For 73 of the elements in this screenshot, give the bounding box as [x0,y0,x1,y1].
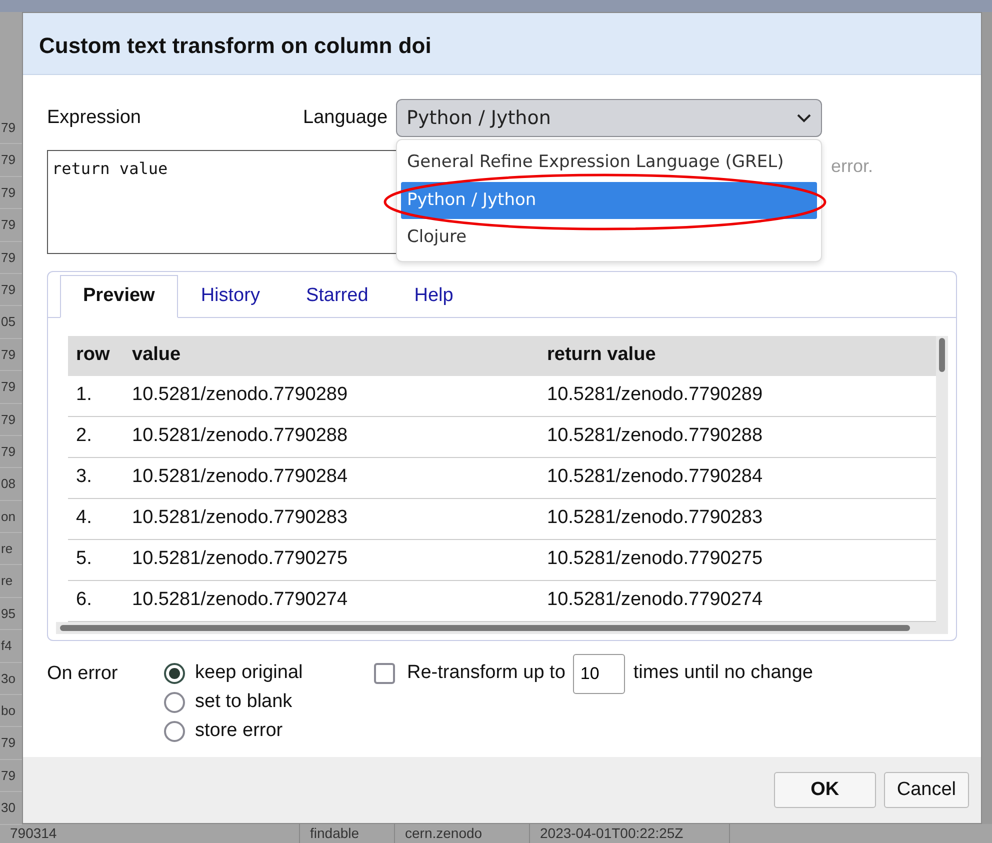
table-cell: 79 [1,152,16,168]
table-cell: 3o [1,670,16,686]
checkbox[interactable] [374,663,395,684]
table-cell: re [1,573,13,588]
table-cell-text: 3. [75,465,93,490]
radio-button[interactable] [164,692,185,713]
table-cell: 79 [1,250,16,265]
table-cell: 790314 [0,824,300,843]
checkbox-label: Re-transform up to [407,661,566,686]
column-header: value [132,343,182,368]
tab[interactable]: Help [391,275,476,318]
table-cell: 79 [1,120,16,135]
number-field[interactable]: 10 [573,654,626,694]
table-cell: re [1,541,13,556]
table-cell: cern.zenodo [395,824,530,843]
checkbox-label: times until no change [633,661,813,686]
chevron-icon [796,114,811,122]
tab[interactable]: History [178,275,283,318]
table-cell: 79 [1,412,16,427]
expression-label: Expression [47,106,142,130]
table-cell-text: 1. [75,383,93,408]
table-cell: 79 [1,217,16,232]
table-cell-text: 10.5281/zenodo.7790283 [547,506,764,530]
table-cell: 30 [1,800,16,816]
table-cell: 79 [1,768,16,783]
option-label: keep original [195,661,303,686]
ok-button[interactable]: OK [774,772,876,808]
dialog-title: Custom text transform on column doi [39,33,432,58]
language-label: Language [303,106,388,130]
table-cell-text: 10.5281/zenodo.7790289 [547,383,764,408]
table-cell: 79 [1,346,16,362]
table-cell: on [1,508,16,524]
dropdown-option[interactable]: Python / Jython [401,182,817,219]
table-cell: bo [1,703,16,718]
table-cell-text: 10.5281/zenodo.7790284 [547,465,764,490]
scrollbar[interactable] [56,622,948,634]
table-cell: findable [300,824,395,843]
on-error-label: On error [47,662,119,686]
table-cell-text: 5. [75,547,93,572]
table-cell: 79 [1,184,16,200]
cancel-button[interactable]: Cancel [884,772,969,808]
tab[interactable]: Starred [282,275,392,318]
table-cell: 79 [1,444,16,459]
table-cell-text: 10.5281/zenodo.7790275 [132,547,349,572]
table-cell-text: 10.5281/zenodo.7790289 [132,383,349,408]
table-cell: 95 [1,606,16,621]
table-cell: 79 [1,735,16,750]
radio-button[interactable] [164,663,185,684]
table-cell-text: 10.5281/zenodo.7790275 [547,547,764,572]
table-cell: 05 [1,314,16,330]
option-label: set to blank [195,690,292,714]
table-cell-text: 10.5281/zenodo.7790288 [547,424,764,448]
table-cell-text: 6. [75,588,93,612]
table-cell-text: 10.5281/zenodo.7790284 [132,465,349,490]
column-header: return value [547,343,657,368]
table-cell-text: 10.5281/zenodo.7790283 [132,506,349,530]
table-cell-text: 10.5281/zenodo.7790274 [547,588,764,612]
option-label: store error [195,719,283,744]
language-select[interactable]: Python / Jython [396,99,822,137]
column-header: row [75,343,111,368]
table-cell-text: 2. [75,424,93,448]
table-cell: 2023-04-01T00:22:25Z [530,824,730,843]
table-cell: f4 [1,638,12,654]
table-cell-text: 10.5281/zenodo.7790288 [132,424,349,448]
table-cell-text: 4. [75,506,93,530]
hint-text: error. [831,155,874,178]
scrollbar[interactable] [936,336,948,622]
table-cell: 79 [1,282,16,297]
table-cell-text: 10.5281/zenodo.7790274 [132,588,349,612]
tab[interactable]: Preview [60,275,178,318]
table-cell: 79 [1,379,16,394]
radio-button[interactable] [164,721,185,742]
table-cell: 08 [1,476,16,492]
